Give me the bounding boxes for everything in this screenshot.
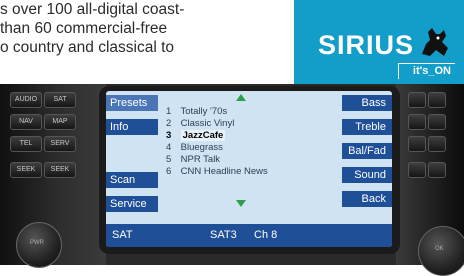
sat-button[interactable]: SAT bbox=[44, 92, 76, 108]
channel-list: 1 Totally '70s 2 Classic Vinyl 3 JazzCaf… bbox=[166, 106, 316, 178]
channel-item[interactable]: 4 Bluegrass bbox=[166, 142, 316, 154]
channel-name: JazzCafe bbox=[180, 130, 226, 141]
car-stereo: AUDIO SAT NAV MAP TEL SERV SEEK SEEK PWR… bbox=[0, 84, 464, 276]
keypad-button-6[interactable] bbox=[428, 136, 446, 152]
source-label: SAT3 bbox=[210, 229, 237, 241]
keypad-button-4[interactable] bbox=[428, 114, 446, 130]
keypad-button-5[interactable] bbox=[408, 136, 426, 152]
sirius-tagline: it's_ON bbox=[398, 63, 455, 79]
power-knob-label: PWR bbox=[30, 240, 44, 246]
tel-button[interactable]: TEL bbox=[10, 136, 42, 152]
service-softkey[interactable]: Service bbox=[106, 196, 158, 212]
status-bar: SAT SAT3 Ch 8 bbox=[106, 224, 392, 247]
channel-number: 1 bbox=[166, 106, 172, 117]
sound-softkey[interactable]: Sound bbox=[342, 167, 392, 183]
back-softkey[interactable]: Back bbox=[342, 191, 392, 207]
sirius-logo: SIRIUS it's_ON bbox=[294, 0, 464, 84]
left-control-panel: AUDIO SAT NAV MAP TEL SERV SEEK SEEK PWR bbox=[0, 84, 106, 268]
channel-number: 2 bbox=[166, 118, 172, 129]
keypad-button-7[interactable] bbox=[408, 162, 426, 178]
article-snippet: s over 100 all-digital coast- than 60 co… bbox=[0, 0, 280, 58]
power-knob[interactable]: PWR bbox=[16, 222, 62, 268]
channel-name: NPR Talk bbox=[180, 154, 221, 165]
scan-softkey[interactable]: Scan bbox=[106, 172, 158, 188]
scroll-up-arrow-icon[interactable] bbox=[236, 94, 246, 101]
channel-number: 5 bbox=[166, 154, 172, 165]
sirius-brand-text: SIRIUS bbox=[318, 30, 415, 60]
ok-knob-label: OK bbox=[435, 246, 444, 252]
keypad-button-8[interactable] bbox=[428, 162, 446, 178]
band-label: SAT bbox=[112, 229, 133, 241]
article-line-1: s over 100 all-digital coast- bbox=[0, 1, 185, 18]
seek-forward-button[interactable]: SEEK bbox=[44, 162, 76, 178]
presets-softkey[interactable]: Presets bbox=[106, 95, 158, 111]
treble-softkey[interactable]: Treble bbox=[342, 119, 392, 135]
display-screen: Presets Info Scan Service Bass Treble Ba… bbox=[106, 91, 392, 247]
keypad-button-1[interactable] bbox=[408, 92, 426, 108]
channel-item[interactable]: 1 Totally '70s bbox=[166, 106, 316, 118]
keypad-button-3[interactable] bbox=[408, 114, 426, 130]
channel-item[interactable]: 6 CNN Headline News bbox=[166, 166, 316, 178]
channel-item-selected[interactable]: 3 JazzCafe bbox=[166, 130, 316, 142]
bass-softkey[interactable]: Bass bbox=[342, 95, 392, 111]
channel-name: Classic Vinyl bbox=[180, 118, 235, 129]
channel-item[interactable]: 2 Classic Vinyl bbox=[166, 118, 316, 130]
info-softkey[interactable]: Info bbox=[106, 119, 158, 135]
channel-name: Bluegrass bbox=[180, 142, 223, 153]
map-button[interactable]: MAP bbox=[44, 114, 76, 130]
channel-label: Ch 8 bbox=[254, 229, 278, 241]
article-line-3: o country and classical to bbox=[0, 39, 175, 56]
channel-number: 3 bbox=[166, 130, 172, 141]
sirius-tagline-text: it's_ON bbox=[412, 65, 451, 77]
balance-fade-softkey[interactable]: Bal/Fad bbox=[342, 143, 392, 159]
dog-icon bbox=[422, 28, 448, 56]
channel-name: CNN Headline News bbox=[180, 166, 268, 177]
keypad-button-2[interactable] bbox=[428, 92, 446, 108]
channel-number: 6 bbox=[166, 166, 172, 177]
serv-button[interactable]: SERV bbox=[44, 136, 76, 152]
audio-button[interactable]: AUDIO bbox=[10, 92, 42, 108]
channel-number: 4 bbox=[166, 142, 172, 153]
scroll-down-arrow-icon[interactable] bbox=[236, 200, 246, 207]
channel-item[interactable]: 5 NPR Talk bbox=[166, 154, 316, 166]
ok-knob[interactable]: OK bbox=[418, 226, 464, 276]
channel-name: Totally '70s bbox=[180, 106, 228, 117]
article-line-2: than 60 commercial-free bbox=[0, 20, 168, 37]
seek-back-button[interactable]: SEEK bbox=[10, 162, 42, 178]
nav-button[interactable]: NAV bbox=[10, 114, 42, 130]
